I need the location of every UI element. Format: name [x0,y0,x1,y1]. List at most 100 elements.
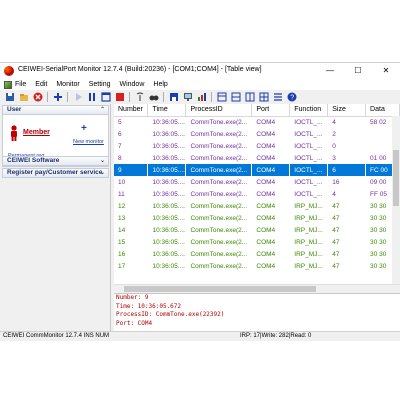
horizontal-scroll-thumb[interactable] [124,286,316,292]
column-header-function[interactable]: Function [289,104,329,117]
register-section-title: Register pay/Customer service [7,169,103,176]
column-header-size[interactable]: Size [327,104,367,117]
layout-grid-icon[interactable] [258,92,269,103]
table-cell-number: 12 [118,202,126,210]
expand-chevron-icon[interactable]: ⌄ [100,169,105,177]
table-cell-size: 47 [332,214,340,222]
table-row[interactable]: 14 10:36:05.... CommTone.exe(2... COM4 IRP_M… [114,224,400,236]
list-icon[interactable] [272,92,283,103]
table-row-selected[interactable]: 9 10:36:05.... CommTone.exe(2... COM4 IOCTL_… [114,164,400,176]
antenna-icon[interactable] [134,92,145,103]
add-icon[interactable] [52,92,63,103]
software-section-header[interactable]: CEIWEI Software ⌄ [2,156,109,166]
member-person-icon [11,125,17,141]
table-row[interactable]: 11 10:36:05.... CommTone.exe(2... COM4 IOCTL… [114,188,400,200]
table-header-row: Number Time ProcessID Port Function Size… [114,104,400,117]
new-monitor-plus-icon[interactable]: + [81,123,87,134]
table-cell-port: COM4 [256,130,276,138]
column-header-port[interactable]: Port [251,104,291,117]
table-cell-function: IRP_MJ... [294,262,323,270]
layout-vertical-icon[interactable] [244,92,255,103]
vertical-scrollbar[interactable] [392,116,400,284]
table-cell-process: CommTone.exe(2... [190,238,248,246]
menu-setting[interactable]: Setting [89,81,111,88]
close-button[interactable]: ✕ [372,63,400,79]
binoculars-icon[interactable] [148,92,159,103]
table-cell-function: IRP_MJ... [294,226,323,234]
register-section-header[interactable]: Register pay/Customer service ⌄ [2,168,109,178]
table-cell-function: IOCTL_... [289,164,328,176]
left-panel: User ⌃ Member Permanent reg + New monito… [0,104,111,331]
table-cell-time: 10:36:05.... [152,214,185,222]
layout-split-icon[interactable] [216,92,227,103]
title-bar: CEIWEI-SerialPort Monitor 12.7.4 (Build:… [0,63,400,79]
table-cell-number: 11 [118,190,125,198]
table-row[interactable]: 5 10:36:05.... CommTone.exe(2... COM4 IOCTL_… [114,116,400,128]
mdi-window-icon[interactable] [4,80,12,89]
collapse-chevron-icon[interactable]: ⌃ [100,106,105,114]
table-row[interactable]: 15 10:36:05.... CommTone.exe(2... COM4 IRP_M… [114,236,400,248]
table-cell-time: 10:36:05.... [152,190,185,198]
table-row[interactable]: 12 10:36:05.... CommTone.exe(2... COM4 IRP_M… [114,200,400,212]
vertical-scroll-thumb[interactable] [393,150,399,206]
table-cell-time: 10:36:05.... [152,202,185,210]
table-row[interactable]: 13 10:36:05.... CommTone.exe(2... COM4 IRP_M… [114,212,400,224]
member-link[interactable]: Member [23,129,50,136]
menu-monitor[interactable]: Monitor [56,81,79,88]
window-icon[interactable] [100,92,111,103]
menu-edit[interactable]: Edit [35,81,47,88]
table-cell-port: COM4 [256,142,276,150]
expand-chevron-icon[interactable]: ⌄ [100,157,105,165]
table-row[interactable]: 17 10:36:05.... CommTone.exe(2... COM4 IRP_M… [114,260,400,272]
record-icon[interactable] [114,92,125,103]
column-header-number[interactable]: Number [114,104,149,117]
column-header-processid[interactable]: ProcessID [185,104,253,117]
menu-file[interactable]: File [15,81,26,88]
table-row[interactable]: 7 10:36:05.... CommTone.exe(2... COM4 IOCTL_… [114,140,400,152]
column-header-data[interactable]: Data [365,104,400,117]
new-monitor-link[interactable]: New monitor [73,139,104,145]
stop-record-icon[interactable] [32,92,43,103]
table-cell-size: 47 [332,238,340,246]
horizontal-scrollbar[interactable] [114,284,400,292]
table-cell-function: IOCTL_... [294,118,323,126]
monitor-icon[interactable] [182,92,193,103]
play-icon[interactable] [72,92,83,103]
table-cell-port: COM4 [256,202,276,210]
minimize-button[interactable]: — [316,63,344,79]
status-left-text: CEIWEI CommMonitor 12.7.4 INS NUM [3,333,110,339]
table-cell-port: COM4 [256,118,276,126]
save-icon[interactable] [4,92,15,103]
packet-table: Number Time ProcessID Port Function Size… [114,104,400,284]
table-cell-time: 10:36:05.... [152,262,185,270]
maximize-button[interactable]: ☐ [344,63,372,79]
save-disk-icon[interactable] [168,92,179,103]
table-cell-size: 4 [332,118,336,126]
status-bar: CEIWEI CommMonitor 12.7.4 INS NUM IRP: 1… [0,331,400,341]
user-section-header[interactable]: User ⌃ [2,105,109,115]
table-cell-process: CommTone.exe(2... [190,178,248,186]
table-row[interactable]: 16 10:36:05.... CommTone.exe(2... COM4 IRP_M… [114,248,400,260]
table-cell-time: 10:36:05.... [152,118,185,126]
table-row[interactable]: 6 10:36:05.... CommTone.exe(2... COM4 IOCTL_… [114,128,400,140]
table-row[interactable]: 8 10:36:05.... CommTone.exe(2... COM4 IOCTL_… [114,152,400,164]
table-cell-port: COM4 [256,214,276,222]
bar-chart-icon[interactable] [196,92,207,103]
pause-icon[interactable] [86,92,97,103]
table-cell-function: IOCTL_... [294,190,323,198]
menu-window[interactable]: Window [119,81,144,88]
table-cell-size: 47 [332,226,340,234]
table-row[interactable]: 10 10:36:05.... CommTone.exe(2... COM4 IOCTL… [114,176,400,188]
layout-horizontal-icon[interactable] [230,92,241,103]
folder-open-icon[interactable] [18,92,29,103]
detail-processid: ProcessID: CommTone.exe(22392) [116,311,225,318]
table-cell-size: 47 [332,262,340,270]
table-cell-time: 10:36:05.... [152,142,185,150]
menu-help[interactable]: Help [153,81,167,88]
table-cell-time: 10:36:05.... [152,154,185,162]
column-header-time[interactable]: Time [147,104,187,117]
table-cell-size: 4 [332,190,336,198]
detail-port: Port: COM4 [116,319,153,327]
help-icon[interactable]: ? [286,92,297,103]
packet-detail-pane[interactable]: Number: 9 Time: 10:36:05.672 ProcessID: … [114,293,400,331]
